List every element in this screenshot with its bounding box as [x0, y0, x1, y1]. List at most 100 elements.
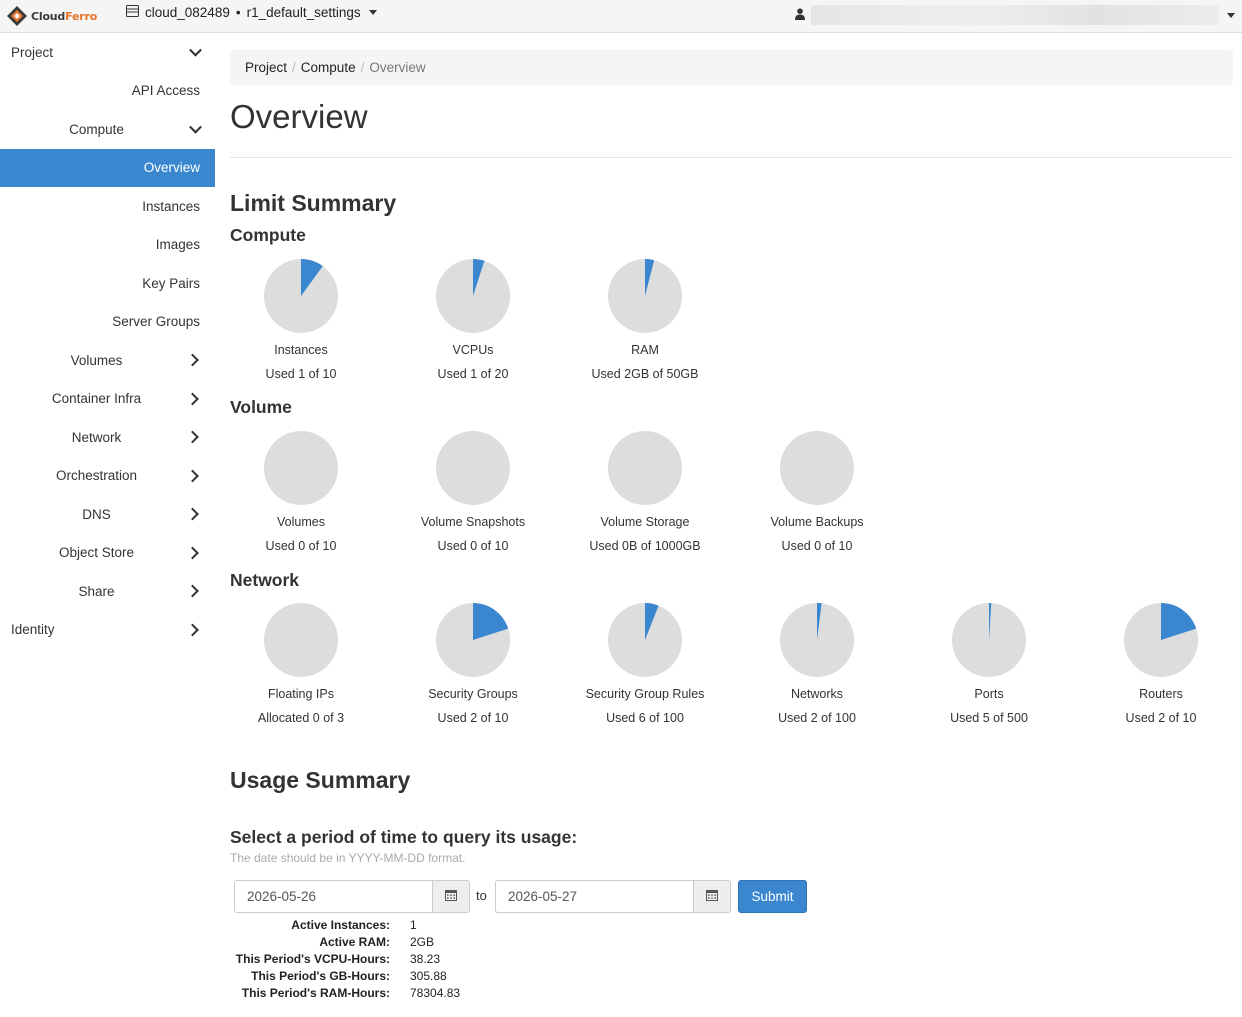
pie-label: VCPUs [452, 343, 494, 357]
pie-label: Security Groups [428, 687, 518, 701]
pie-svg [436, 259, 510, 333]
pie-svg [608, 603, 682, 677]
pie-svg [608, 431, 682, 505]
project-selector[interactable]: cloud_082489 • r1_default_settings [126, 5, 377, 20]
limit-summary-heading: Limit Summary [230, 190, 397, 216]
brand-logo-text: CloudFerro [31, 9, 98, 23]
chevron-right-icon [186, 546, 199, 560]
pie-label: Security Group Rules [585, 687, 705, 701]
sidebar-item-project[interactable]: Project [0, 33, 215, 72]
pie-svg [952, 603, 1026, 677]
end-date-group [495, 880, 731, 913]
stat-key: This Period's RAM-Hours: [241, 985, 390, 1000]
sidebar-item-label: Share [78, 583, 115, 599]
pie-label: Volumes [277, 515, 325, 529]
end-date-picker-button[interactable] [693, 880, 731, 913]
sidebar-item-dns[interactable]: DNS [0, 495, 215, 534]
chevron-right-icon [186, 392, 199, 406]
pie-chart-networks: Networks Used 2 of 100 [731, 602, 903, 725]
pie-svg [264, 431, 338, 505]
pie-usage-text: Used 0 of 10 [781, 539, 853, 553]
top-navbar: CloudFerro cloud_082489 • r1_default_set… [0, 0, 1242, 33]
breadcrumb-separator: / [292, 60, 296, 75]
sidebar-item-label: Network [71, 429, 122, 445]
pie-svg [436, 603, 510, 677]
pie-usage-text: Allocated 0 of 3 [257, 711, 345, 725]
pie-label: Ports [974, 687, 1004, 701]
period-heading: Select a period of time to query its usa… [230, 827, 578, 847]
pie-chart-volumes: Volumes Used 0 of 10 [215, 430, 387, 553]
sidebar-item-container-infra[interactable]: Container Infra [0, 380, 215, 419]
stat-row: Active Instances: 1 [230, 916, 460, 933]
chevron-right-icon [186, 623, 199, 637]
sidebar-item-api-access[interactable]: API Access [0, 72, 215, 111]
start-date-picker-button[interactable] [432, 880, 470, 913]
chevron-right-icon [186, 507, 199, 521]
stat-row: Active RAM: 2GB [230, 933, 460, 950]
section-heading-network: Network [230, 570, 300, 590]
brand-logo[interactable]: CloudFerro [6, 4, 97, 28]
sidebar-item-identity[interactable]: Identity [0, 611, 215, 650]
sidebar-item-label: Object Store [58, 545, 135, 561]
pie-free-slice [608, 431, 682, 505]
region-name: r1_default_settings [246, 5, 361, 20]
pie-free-slice [264, 431, 338, 505]
sidebar-item-key-pairs[interactable]: Key Pairs [0, 264, 215, 303]
sidebar-item-instances[interactable]: Instances [0, 187, 215, 226]
pie-label: Instances [274, 343, 328, 357]
pie-label: RAM [631, 343, 659, 357]
chevron-right-icon [186, 469, 199, 483]
stat-value: 2GB [410, 934, 435, 949]
sidebar-item-overview[interactable]: Overview [0, 148, 215, 187]
stat-row: This Period's VCPU-Hours: 38.23 [230, 950, 460, 967]
calendar-icon [445, 889, 457, 904]
pie-usage-text: Used 1 of 10 [265, 367, 337, 381]
pie-label: Routers [1139, 687, 1183, 701]
pie-usage-text: Used 2GB of 50GB [591, 367, 699, 381]
pie-usage-text: Used 5 of 500 [950, 711, 1028, 725]
stat-value: 38.23 [410, 951, 441, 966]
end-date-input[interactable] [495, 880, 693, 913]
pie-free-slice [780, 431, 854, 505]
user-menu[interactable] [795, 4, 1235, 26]
sidebar-item-orchestration[interactable]: Orchestration [0, 457, 215, 496]
pie-usage-text: Used 0B of 1000GB [589, 539, 701, 553]
sidebar-item-label: API Access [131, 83, 200, 99]
breadcrumb-project[interactable]: Project [245, 60, 287, 75]
stat-value: 305.88 [410, 968, 447, 983]
pie-svg [264, 603, 338, 677]
sidebar-item-compute[interactable]: Compute [0, 110, 215, 149]
breadcrumb-current: Overview [369, 60, 426, 75]
chevron-down-icon [189, 121, 202, 134]
to-label: to [476, 888, 487, 903]
stat-row: This Period's RAM-Hours: 78304.83 [230, 984, 460, 1001]
bullet-separator: • [235, 5, 241, 20]
pie-label: Volume Backups [770, 515, 864, 529]
sidebar-item-network[interactable]: Network [0, 418, 215, 457]
sidebar-item-label: Images [155, 237, 200, 253]
pie-free-slice [264, 603, 338, 677]
pie-usage-text: Used 2 of 10 [437, 711, 509, 725]
pie-chart-floating-ips: Floating IPs Allocated 0 of 3 [215, 602, 387, 725]
pie-chart-routers: Routers Used 2 of 10 [1075, 602, 1242, 725]
sidebar-item-label: Overview [143, 160, 200, 176]
stat-key: This Period's VCPU-Hours: [235, 951, 390, 966]
pie-label: Networks [790, 687, 844, 701]
sidebar-item-label: Project [11, 44, 54, 60]
cloudferro-logo-icon [6, 5, 28, 27]
submit-button[interactable]: Submit [738, 880, 807, 913]
caret-down-icon [1227, 12, 1235, 18]
sidebar-item-label: Compute [69, 121, 124, 137]
breadcrumb-compute[interactable]: Compute [301, 60, 356, 75]
sidebar-item-object-store[interactable]: Object Store [0, 534, 215, 573]
sidebar-item-share[interactable]: Share [0, 572, 215, 611]
pie-label: Volume Storage [600, 515, 690, 529]
sidebar-nav: Project API Access Compute Overview Instance… [0, 33, 215, 649]
pie-svg [608, 259, 682, 333]
stat-row: This Period's GB-Hours: 305.88 [230, 967, 460, 984]
sidebar-item-images[interactable]: Images [0, 226, 215, 265]
start-date-input[interactable] [234, 880, 432, 913]
pie-chart-vcpus: VCPUs Used 1 of 20 [387, 258, 559, 381]
sidebar-item-server-groups[interactable]: Server Groups [0, 303, 215, 342]
sidebar-item-volumes[interactable]: Volumes [0, 341, 215, 380]
